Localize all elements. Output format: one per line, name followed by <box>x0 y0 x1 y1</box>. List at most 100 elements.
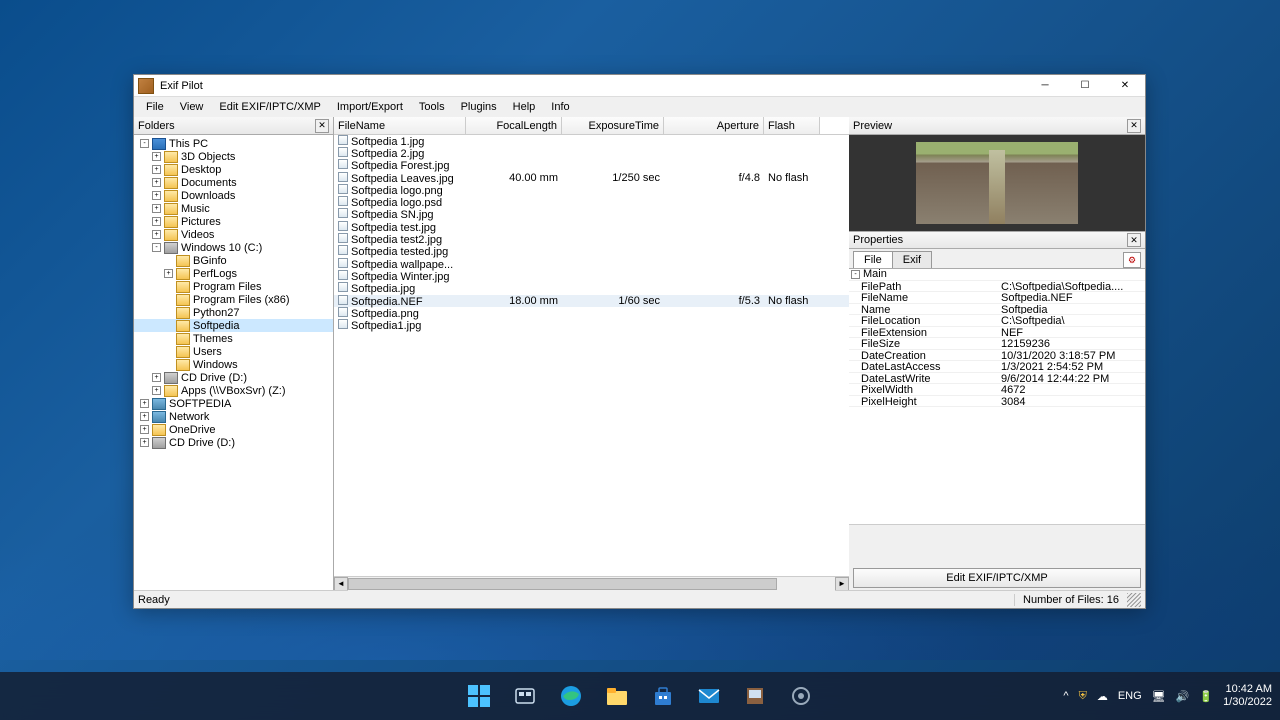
edit-exif-button[interactable]: Edit EXIF/IPTC/XMP <box>853 568 1141 588</box>
property-row[interactable]: FileLocationC:\Softpedia\ <box>849 315 1145 327</box>
file-row[interactable]: Softpedia.NEF18.00 mm1/60 secf/5.3No fla… <box>334 295 849 307</box>
file-row[interactable]: Softpedia wallpape... <box>334 258 849 270</box>
app-taskbar-icon[interactable] <box>735 676 775 716</box>
property-row[interactable]: DateLastAccess1/3/2021 2:54:52 PM <box>849 361 1145 373</box>
tree-toggle-icon[interactable]: - <box>152 243 161 252</box>
tree-item[interactable]: +3D Objects <box>134 150 333 163</box>
file-row[interactable]: Softpedia test.jpg <box>334 221 849 233</box>
column-header[interactable]: Aperture <box>664 117 764 134</box>
property-row[interactable]: PixelHeight3084 <box>849 396 1145 408</box>
file-list-body[interactable]: Softpedia 1.jpgSoftpedia 2.jpg Softpedia … <box>334 135 849 576</box>
tree-item[interactable]: +Network <box>134 410 333 423</box>
menu-edit-exif-iptc-xmp[interactable]: Edit EXIF/IPTC/XMP <box>211 99 328 115</box>
menu-tools[interactable]: Tools <box>411 99 453 115</box>
taskbar-clock[interactable]: 10:42 AM 1/30/2022 <box>1223 683 1272 709</box>
tray-volume-icon[interactable]: 🔊 <box>1176 690 1190 703</box>
property-group[interactable]: -Main <box>849 269 887 280</box>
file-row[interactable]: Softpedia test2.jpg <box>334 233 849 245</box>
property-row[interactable]: FileExtensionNEF <box>849 327 1145 339</box>
titlebar[interactable]: Exif Pilot ─ ☐ ✕ <box>134 75 1145 97</box>
tree-item[interactable]: Python27 <box>134 306 333 319</box>
mail-icon[interactable] <box>689 676 729 716</box>
horizontal-scrollbar[interactable]: ◄ ► <box>334 576 849 590</box>
column-header[interactable]: Flash <box>764 117 820 134</box>
group-toggle-icon[interactable]: - <box>851 270 860 279</box>
file-row[interactable]: Softpedia 2.jpg <box>334 147 849 159</box>
properties-close-icon[interactable]: ✕ <box>1127 233 1141 247</box>
tree-item[interactable]: +CD Drive (D:) <box>134 371 333 384</box>
tree-item[interactable]: BGinfo <box>134 254 333 267</box>
properties-options-icon[interactable]: ⚙ <box>1123 252 1141 268</box>
tree-item[interactable]: Program Files (x86) <box>134 293 333 306</box>
scroll-right-button[interactable]: ► <box>835 577 849 591</box>
file-row[interactable]: Softpedia tested.jpg <box>334 246 849 258</box>
task-view-icon[interactable] <box>505 676 545 716</box>
tree-toggle-icon[interactable]: + <box>140 399 149 408</box>
store-icon[interactable] <box>643 676 683 716</box>
tray-display-icon[interactable]: 🖥 <box>1152 690 1166 703</box>
tree-toggle-icon[interactable]: - <box>140 139 149 148</box>
file-row[interactable]: Softpedia Leaves.jpg40.00 mm1/250 secf/4… <box>334 172 849 184</box>
close-button[interactable]: ✕ <box>1105 75 1145 97</box>
tree-item[interactable]: Users <box>134 345 333 358</box>
tree-toggle-icon[interactable]: + <box>152 373 161 382</box>
minimize-button[interactable]: ─ <box>1025 75 1065 97</box>
file-row[interactable]: Softpedia logo.png <box>334 184 849 196</box>
tab-exif[interactable]: Exif <box>892 251 932 268</box>
maximize-button[interactable]: ☐ <box>1065 75 1105 97</box>
property-row[interactable]: FilePathC:\Softpedia\Softpedia.... <box>849 281 1145 293</box>
folder-tree[interactable]: -This PC+3D Objects+Desktop+Documents+Do… <box>134 135 333 590</box>
tree-item[interactable]: +Videos <box>134 228 333 241</box>
column-header[interactable]: FileName <box>334 117 466 134</box>
menu-help[interactable]: Help <box>505 99 544 115</box>
tree-item[interactable]: +OneDrive <box>134 423 333 436</box>
property-row[interactable]: FileSize12159236 <box>849 338 1145 350</box>
scroll-left-button[interactable]: ◄ <box>334 577 348 591</box>
tree-item[interactable]: -This PC <box>134 137 333 150</box>
tree-toggle-icon[interactable]: + <box>152 178 161 187</box>
menu-view[interactable]: View <box>172 99 212 115</box>
tree-item[interactable]: +CD Drive (D:) <box>134 436 333 449</box>
property-row[interactable]: DateCreation10/31/2020 3:18:57 PM <box>849 350 1145 362</box>
file-row[interactable]: Softpedia 1.jpg <box>334 135 849 147</box>
menu-plugins[interactable]: Plugins <box>453 99 505 115</box>
tray-weather-icon[interactable]: ☁ <box>1097 690 1108 703</box>
scroll-thumb[interactable] <box>348 578 777 590</box>
file-row[interactable]: Softpedia logo.psd <box>334 196 849 208</box>
tray-battery-icon[interactable]: 🔋 <box>1199 690 1213 703</box>
menu-import-export[interactable]: Import/Export <box>329 99 411 115</box>
tree-toggle-icon[interactable]: + <box>164 269 173 278</box>
tree-toggle-icon[interactable]: + <box>152 386 161 395</box>
taskbar[interactable]: ^ ⛨ ☁ ENG 🖥 🔊 🔋 10:42 AM 1/30/2022 <box>0 672 1280 720</box>
properties-grid[interactable]: -MainFilePathC:\Softpedia\Softpedia....F… <box>849 269 1145 524</box>
tree-toggle-icon[interactable]: + <box>152 191 161 200</box>
file-row[interactable]: Softpedia1.jpg <box>334 319 849 331</box>
preview-close-icon[interactable]: ✕ <box>1127 119 1141 133</box>
tree-item[interactable]: Program Files <box>134 280 333 293</box>
tree-item[interactable]: +PerfLogs <box>134 267 333 280</box>
property-row[interactable]: DateLastWrite9/6/2014 12:44:22 PM <box>849 373 1145 385</box>
tree-toggle-icon[interactable]: + <box>152 217 161 226</box>
tree-item[interactable]: +Pictures <box>134 215 333 228</box>
settings-icon[interactable] <box>781 676 821 716</box>
tab-file[interactable]: File <box>853 251 893 268</box>
folders-close-icon[interactable]: ✕ <box>315 119 329 133</box>
explorer-icon[interactable] <box>597 676 637 716</box>
tree-item[interactable]: +Documents <box>134 176 333 189</box>
tree-item[interactable]: -Windows 10 (C:) <box>134 241 333 254</box>
tree-toggle-icon[interactable]: + <box>152 204 161 213</box>
scroll-track[interactable] <box>348 577 835 591</box>
tree-item[interactable]: +Desktop <box>134 163 333 176</box>
tree-toggle-icon[interactable]: + <box>140 438 149 447</box>
property-row[interactable]: NameSoftpedia <box>849 304 1145 316</box>
tree-toggle-icon[interactable]: + <box>152 152 161 161</box>
resize-grip[interactable] <box>1127 593 1141 607</box>
tree-item[interactable]: Softpedia <box>134 319 333 332</box>
file-row[interactable]: Softpedia SN.jpg <box>334 209 849 221</box>
column-header[interactable]: FocalLength <box>466 117 562 134</box>
tree-item[interactable]: Themes <box>134 332 333 345</box>
tree-toggle-icon[interactable]: + <box>152 165 161 174</box>
edge-icon[interactable] <box>551 676 591 716</box>
property-row[interactable]: FileNameSoftpedia.NEF <box>849 292 1145 304</box>
file-row[interactable]: Softpedia Winter.jpg <box>334 270 849 282</box>
